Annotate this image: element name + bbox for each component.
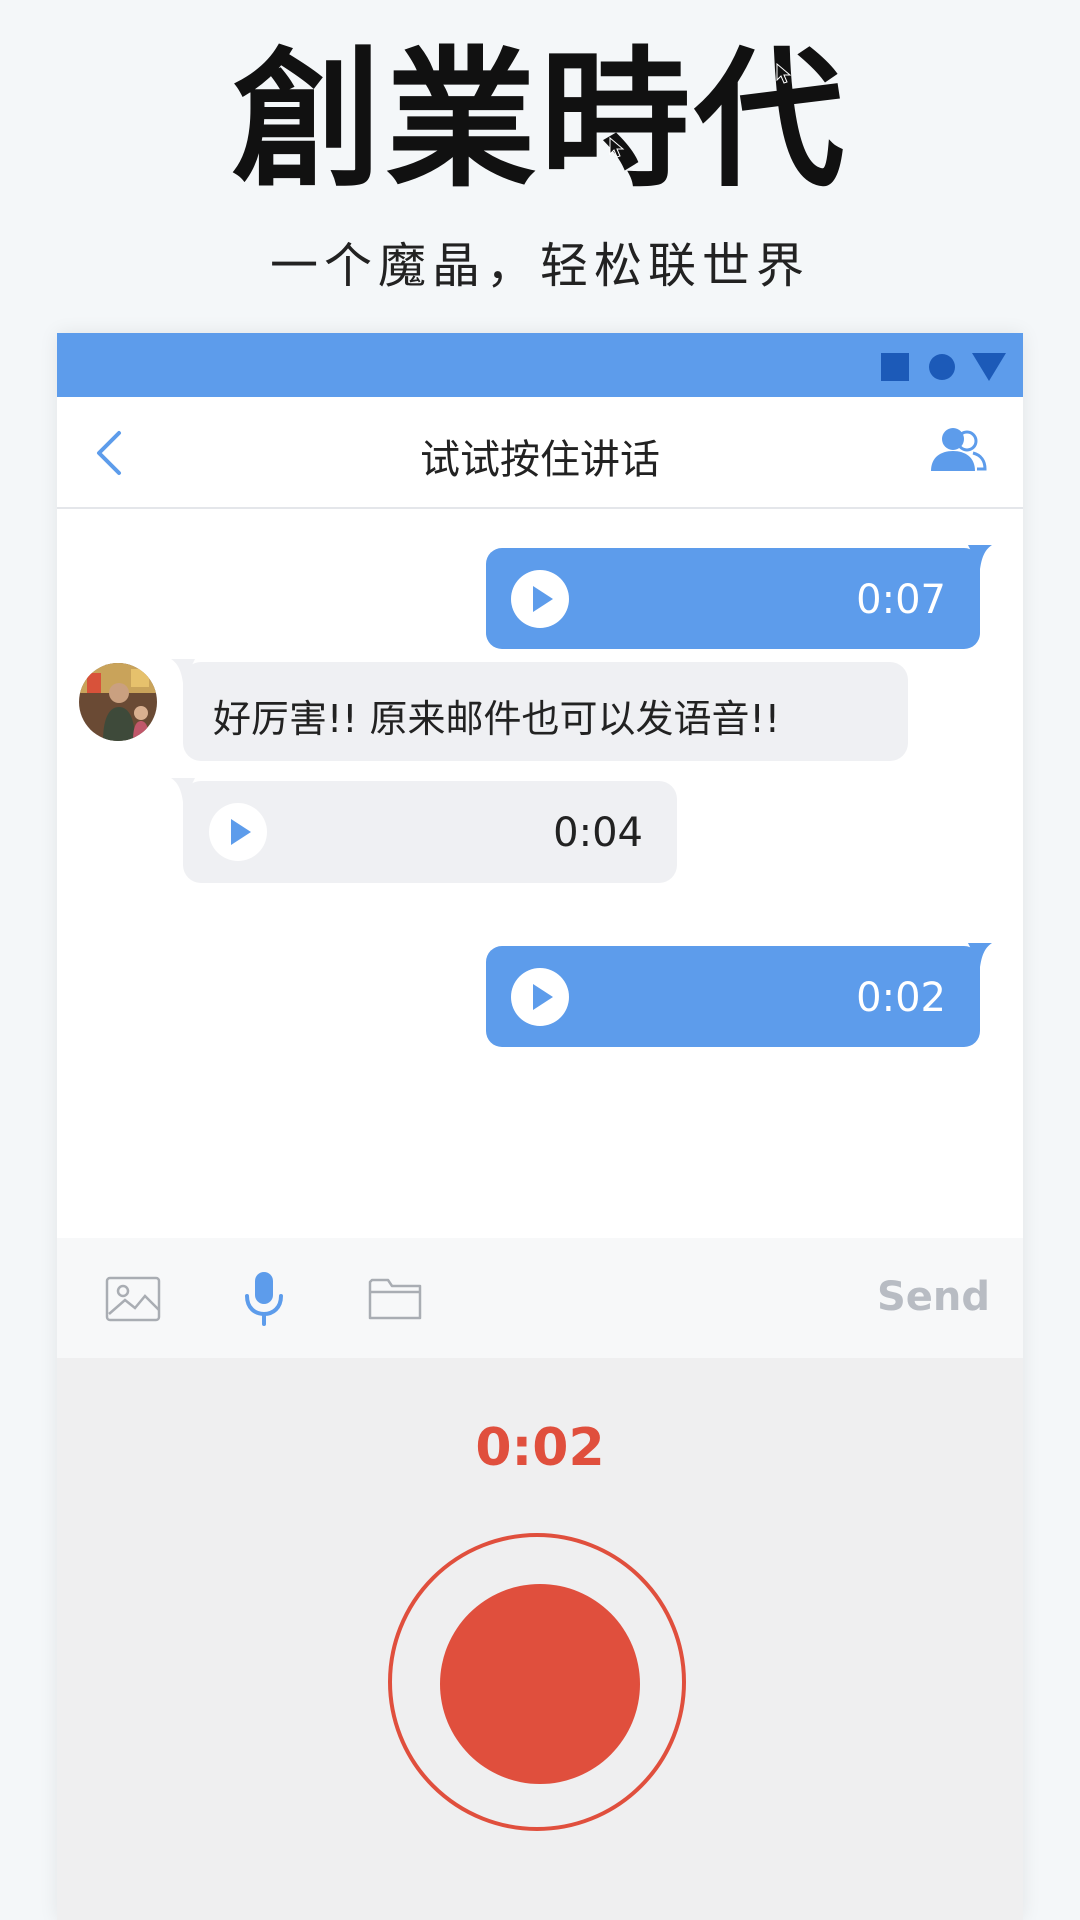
text-message-incoming[interactable]: 好厉害!! 原来邮件也可以发语音!! (171, 659, 908, 761)
bubble-tail (171, 778, 195, 802)
square-icon (881, 353, 909, 381)
bubble-tail (171, 659, 195, 683)
send-button[interactable]: Send (877, 1274, 990, 1320)
play-button[interactable] (209, 803, 267, 861)
play-button[interactable] (511, 968, 569, 1026)
voice-message-outgoing[interactable]: 0:07 (486, 545, 992, 649)
contacts-icon[interactable] (929, 425, 987, 475)
cursor-icon (776, 63, 792, 84)
cursor-icon (609, 137, 625, 158)
bubble-tail (968, 943, 992, 967)
message-text: 好厉害!! 原来邮件也可以发语音!! (213, 697, 781, 741)
voice-duration: 0:07 (856, 577, 946, 623)
input-toolbar: Send (57, 1238, 1023, 1358)
hero-title: 創業時代 (231, 32, 848, 208)
play-icon (533, 586, 553, 612)
recording-timer: 0:02 (475, 1418, 605, 1478)
folder-icon[interactable] (368, 1276, 422, 1320)
record-button[interactable] (440, 1584, 640, 1784)
triangle-down-icon (972, 353, 1006, 381)
microphone-icon[interactable] (243, 1270, 285, 1326)
avatar[interactable] (79, 663, 157, 741)
avatar-image (79, 663, 157, 741)
hero-subtitle: 一个魔晶，轻松联世界 (269, 238, 810, 294)
circle-icon (929, 354, 955, 380)
app-screenshot: 創業時代 一个魔晶，轻松联世界 试试按住讲话 0:07 好厉害!! 原来邮件也可… (0, 0, 1080, 1920)
voice-recorder-panel: 0:02 (57, 1358, 1023, 1920)
status-bar (57, 333, 1023, 397)
voice-message-outgoing[interactable]: 0:02 (486, 943, 992, 1047)
image-icon[interactable] (105, 1276, 161, 1322)
play-icon (533, 984, 553, 1010)
play-button[interactable] (511, 570, 569, 628)
voice-duration: 0:02 (856, 975, 946, 1021)
phone-screen: 试试按住讲话 0:07 好厉害!! 原来邮件也可以发语音!! 0:04 0:02… (57, 333, 1023, 1920)
voice-message-incoming[interactable]: 0:04 (171, 778, 677, 883)
play-icon (231, 819, 251, 845)
bubble-tail (968, 545, 992, 569)
page-title: 试试按住讲话 (420, 437, 660, 483)
nav-bar: 试试按住讲话 (57, 397, 1023, 509)
voice-duration: 0:04 (553, 810, 643, 856)
